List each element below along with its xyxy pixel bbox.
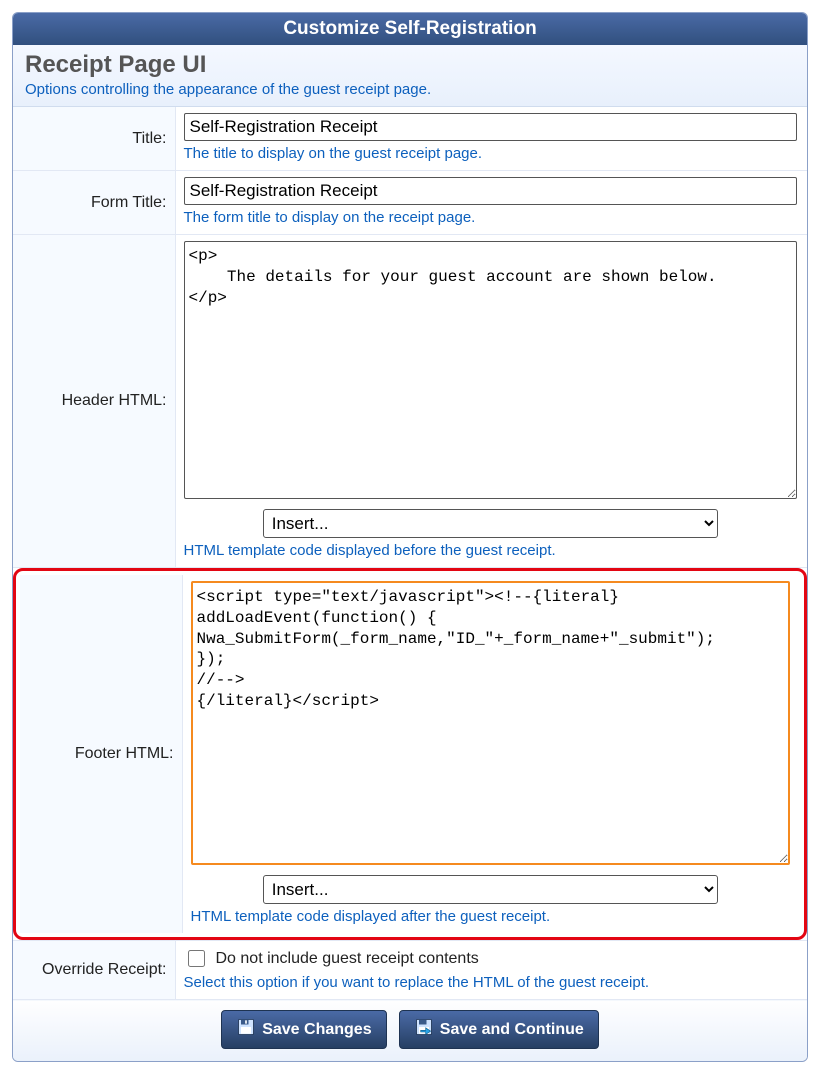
- row-footer-html: Footer HTML: Insert... HTML template cod…: [13, 568, 807, 941]
- footer-highlight: Footer HTML: Insert... HTML template cod…: [13, 568, 807, 940]
- customize-self-registration-panel: Customize Self-Registration Receipt Page…: [12, 12, 808, 1062]
- help-title: The title to display on the guest receip…: [184, 145, 798, 162]
- save-and-continue-button[interactable]: Save and Continue: [399, 1010, 599, 1049]
- footer-html-textarea[interactable]: [191, 581, 791, 865]
- help-header-html: HTML template code displayed before the …: [184, 542, 798, 559]
- panel-title: Customize Self-Registration: [13, 13, 807, 45]
- row-form-title: Form Title: The form title to display on…: [13, 171, 807, 235]
- button-row: Save Changes Save and Continue: [13, 1000, 807, 1062]
- label-footer-html: Footer HTML:: [20, 575, 182, 933]
- help-override-receipt: Select this option if you want to replac…: [184, 974, 798, 991]
- save-changes-label: Save Changes: [262, 1021, 371, 1039]
- help-form-title: The form title to display on the receipt…: [184, 209, 798, 226]
- form-title-input[interactable]: [184, 177, 798, 205]
- footer-insert-select[interactable]: Insert...: [263, 875, 718, 904]
- override-receipt-checkbox[interactable]: [188, 950, 205, 967]
- floppy-disk-icon: [236, 1017, 256, 1042]
- title-input[interactable]: [184, 113, 798, 141]
- override-receipt-checkbox-label: Do not include guest receipt contents: [216, 950, 479, 968]
- save-changes-button[interactable]: Save Changes: [221, 1010, 386, 1049]
- row-title: Title: The title to display on the guest…: [13, 107, 807, 171]
- header-insert-select[interactable]: Insert...: [263, 509, 718, 538]
- row-header-html: Header HTML: Insert... HTML template cod…: [13, 235, 807, 568]
- label-form-title: Form Title:: [13, 171, 175, 235]
- label-header-html: Header HTML:: [13, 235, 175, 568]
- help-footer-html: HTML template code displayed after the g…: [191, 908, 791, 925]
- label-title: Title:: [13, 107, 175, 171]
- section-header: Receipt Page UI Options controlling the …: [13, 45, 807, 107]
- label-override-receipt: Override Receipt:: [13, 941, 175, 1000]
- floppy-arrow-icon: [414, 1017, 434, 1042]
- save-and-continue-label: Save and Continue: [440, 1021, 584, 1039]
- row-override-receipt: Override Receipt: Do not include guest r…: [13, 941, 807, 1000]
- section-description: Options controlling the appearance of th…: [25, 81, 795, 98]
- section-title: Receipt Page UI: [25, 51, 795, 79]
- form-table: Title: The title to display on the guest…: [13, 107, 807, 1061]
- header-html-textarea[interactable]: [184, 241, 798, 499]
